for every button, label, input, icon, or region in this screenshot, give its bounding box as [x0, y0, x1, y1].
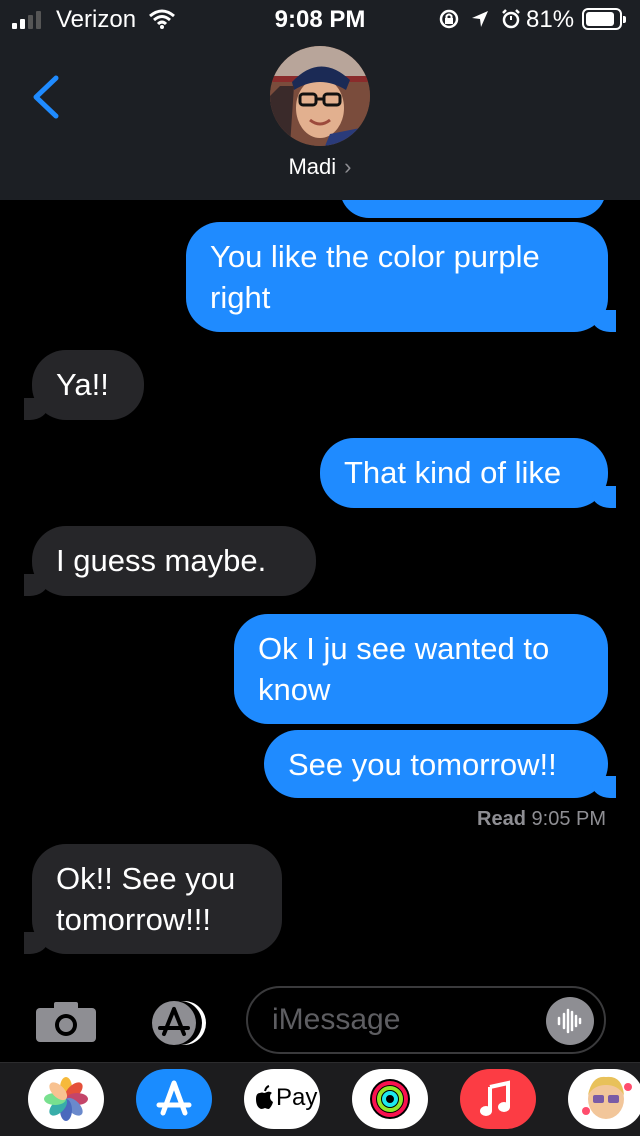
read-receipt: Read 9:05 PM — [477, 808, 606, 831]
status-icons — [438, 8, 522, 30]
partial-sent-bubble — [340, 200, 606, 218]
message-bubble-sent[interactable]: Ok I ju see wanted to know — [234, 614, 608, 724]
contact-name-button[interactable]: Madi › — [0, 154, 640, 180]
audio-message-button[interactable] — [546, 997, 594, 1045]
message-bubble-received[interactable]: Ya!! — [24, 350, 144, 420]
app-store-icon[interactable] — [140, 1000, 210, 1046]
message-composer — [0, 980, 640, 1062]
message-bubble-sent[interactable]: See you tomorrow!! — [264, 730, 616, 798]
chevron-right-icon: › — [344, 154, 352, 179]
memoji-icon[interactable] — [568, 1069, 640, 1129]
orientation-lock-icon — [439, 9, 459, 29]
read-time: 9:05 PM — [531, 808, 606, 830]
message-bubble-received[interactable]: I guess maybe. — [24, 526, 316, 596]
app-store-icon[interactable] — [136, 1069, 212, 1129]
waveform-icon — [557, 1008, 582, 1034]
contact-avatar[interactable] — [270, 46, 370, 146]
apple-pay-label: Pay — [276, 1084, 318, 1111]
battery-icon — [582, 8, 626, 30]
message-bubble-received[interactable]: Ok!! See you tomorrow!!! — [24, 844, 282, 954]
message-bubble-sent[interactable]: That kind of like — [320, 438, 616, 508]
message-thread[interactable]: You like the color purple right Ya!! Tha… — [0, 200, 640, 980]
message-bubble-sent[interactable]: You like the color purple right — [186, 222, 616, 332]
imessage-input[interactable] — [272, 1000, 532, 1040]
status-bar: Verizon 9:08 PM 81% — [0, 0, 640, 40]
battery-percentage: 81% — [526, 6, 575, 33]
apple-pay-icon[interactable]: Pay — [244, 1069, 320, 1129]
music-icon[interactable] — [460, 1069, 536, 1129]
camera-icon[interactable] — [34, 1000, 98, 1044]
imessage-field[interactable] — [246, 986, 606, 1054]
chevron-left-icon[interactable] — [26, 72, 66, 122]
app-drawer: Pay — [0, 1062, 640, 1136]
read-label: Read — [477, 808, 526, 830]
photos-app-icon[interactable] — [28, 1069, 104, 1129]
activity-icon[interactable] — [352, 1069, 428, 1129]
alarm-icon — [502, 9, 520, 29]
contact-name: Madi — [288, 154, 337, 179]
location-icon — [472, 11, 488, 27]
